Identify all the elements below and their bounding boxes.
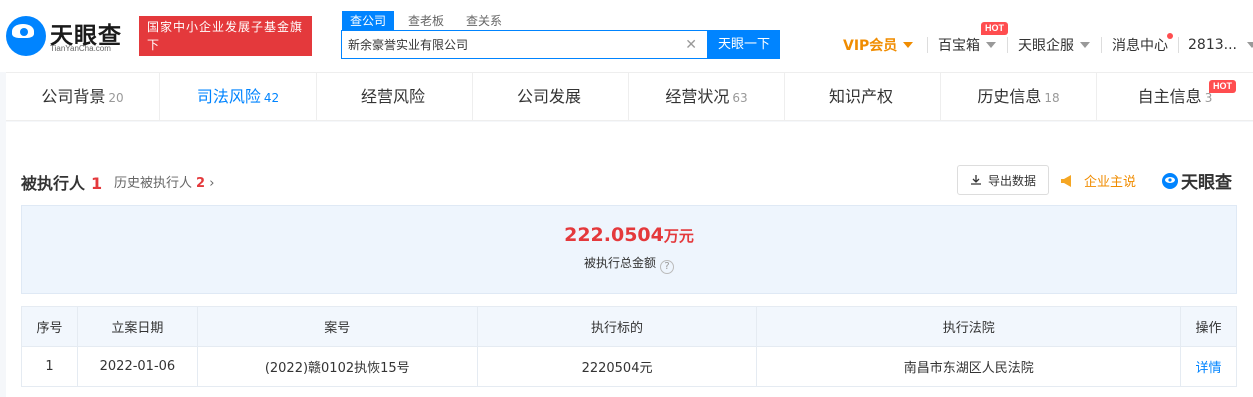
total-amount-card: 222.0504万元 被执行总金额?	[21, 205, 1237, 294]
tab-label: 经营风险	[360, 87, 425, 106]
chevron-down-icon	[1246, 42, 1253, 48]
megaphone-icon	[1061, 174, 1071, 187]
chevron-down-icon	[1080, 42, 1090, 48]
tianyancha-brand: 天眼查	[1161, 168, 1232, 193]
user-label: 2813...	[1188, 37, 1237, 53]
divider	[927, 37, 928, 53]
tab-search-company[interactable]: 查公司	[342, 11, 395, 31]
divider	[1178, 37, 1179, 53]
eye-logo-icon	[6, 16, 46, 56]
tab-search-boss[interactable]: 查老板	[400, 11, 452, 31]
qifu-menu[interactable]: 天眼企服	[1018, 34, 1090, 56]
divider	[1007, 37, 1008, 53]
chevron-right-icon: ›	[209, 176, 215, 191]
user-menu[interactable]: 2813...	[1188, 34, 1253, 56]
badge-line-2: 官方备案企业征信机构	[147, 56, 278, 70]
executed-table: 序号 立案日期 案号 执行标的 执行法院 操作 1 2022-01-06 (20…	[21, 306, 1237, 387]
chevron-down-icon	[903, 42, 914, 48]
unread-dot	[1167, 33, 1173, 39]
cell-index: 1	[21, 346, 78, 387]
download-icon	[970, 175, 981, 185]
clear-icon[interactable]: ✕	[685, 37, 697, 53]
search-input[interactable]	[348, 31, 678, 58]
cell-court: 南昌市东湖区人民法院	[756, 346, 1181, 387]
vip-label: VIP会员	[843, 38, 898, 54]
col-court: 执行法院	[756, 306, 1181, 347]
section-title-label: 被执行人	[21, 174, 86, 193]
chevron-down-icon	[986, 42, 996, 48]
qifu-label: 天眼企服	[1018, 38, 1074, 54]
executed-person-section: 被执行人 1 历史被执行人 2 › 导出数据 企业主说 天眼查 222.0504万元…	[6, 122, 1253, 397]
tab-history[interactable]: 历史信息 18	[941, 73, 1097, 121]
amount-label: 被执行总金额	[583, 256, 656, 270]
tab-label: 公司发展	[516, 87, 581, 106]
cell-amount: 2220504元	[476, 346, 758, 387]
table-row: 1 2022-01-06 (2022)赣0102执恢15号 2220504元 南…	[21, 346, 1237, 387]
col-amount: 执行标的	[476, 306, 758, 347]
tab-company-background[interactable]: 公司背景 20	[6, 73, 160, 121]
hot-badge: HOT	[1209, 80, 1236, 93]
tab-self-info[interactable]: 自主信息 3 HOT	[1097, 73, 1253, 121]
section-title: 被执行人 1	[21, 170, 102, 194]
tab-company-development[interactable]: 公司发展	[473, 73, 629, 121]
history-count: 2	[196, 176, 206, 191]
export-label: 导出数据	[987, 173, 1036, 188]
site-logo[interactable]: 天眼查 TianYanCha.com	[6, 16, 130, 56]
tab-operation-risk[interactable]: 经营风险	[317, 73, 473, 121]
divider	[1101, 37, 1102, 53]
tab-label: 司法风险	[196, 87, 261, 106]
table-header-row: 序号 立案日期 案号 执行标的 执行法院 操作	[21, 306, 1237, 347]
tab-label: 经营状况	[665, 87, 730, 106]
tab-count: 20	[108, 91, 124, 105]
history-label: 历史被执行人	[114, 176, 193, 191]
tab-judicial-risk[interactable]: 司法风险 42	[160, 73, 317, 121]
total-amount-caption: 被执行总金额?	[22, 254, 1236, 274]
baibaoxiang-label: 百宝箱	[938, 38, 980, 54]
tab-search-relation[interactable]: 查关系	[458, 11, 510, 31]
top-header: 天眼查 TianYanCha.com 国家中小企业发展子基金旗下 官方备案企业征…	[0, 0, 1253, 72]
brand-label: 天眼查	[1181, 173, 1232, 193]
export-data-button[interactable]: 导出数据	[957, 165, 1049, 195]
amount-unit: 万元	[663, 227, 694, 245]
owner-says-label: 企业主说	[1084, 175, 1137, 190]
amount-value: 222.0504	[564, 224, 664, 246]
logo-subtext: TianYanCha.com	[50, 44, 111, 53]
tab-count: 63	[732, 91, 748, 105]
col-filing-date: 立案日期	[76, 306, 198, 347]
tab-count: 3	[1204, 91, 1213, 105]
badge-line-1: 国家中小企业发展子基金旗下	[147, 20, 304, 52]
cell-filing-date: 2022-01-06	[76, 346, 198, 387]
official-badge[interactable]: 国家中小企业发展子基金旗下 官方备案企业征信机构	[139, 16, 312, 70]
tab-count: 42	[263, 91, 280, 105]
owner-says-link[interactable]: 企业主说	[1060, 171, 1136, 190]
messages-link[interactable]: 消息中心	[1112, 34, 1168, 56]
cell-case-number: (2022)赣0102执恢15号	[196, 346, 478, 387]
tab-label: 公司背景	[41, 87, 106, 106]
search-mode-tabs: 查公司 查老板 查关系	[342, 11, 516, 31]
tab-count: 18	[1044, 91, 1060, 105]
messages-label: 消息中心	[1112, 38, 1168, 54]
search-button[interactable]: 天眼一下	[708, 30, 780, 59]
eye-logo-icon	[1162, 172, 1178, 189]
col-index: 序号	[21, 306, 78, 347]
company-tabs: 公司背景 20 司法风险 42 经营风险 公司发展 经营状况 63 知识产权 历史信息…	[6, 72, 1253, 121]
tab-label: 历史信息	[977, 87, 1042, 106]
baibaoxiang-menu[interactable]: 百宝箱	[938, 34, 996, 56]
vip-menu[interactable]: VIP会员	[843, 34, 914, 56]
search-box: ✕	[341, 30, 708, 59]
tab-label: 自主信息	[1137, 87, 1202, 106]
tab-business-status[interactable]: 经营状况 63	[629, 73, 785, 121]
tab-ip[interactable]: 知识产权	[785, 73, 941, 121]
history-executed-link[interactable]: 历史被执行人 2 ›	[114, 172, 214, 191]
section-count: 1	[91, 174, 103, 193]
help-icon[interactable]: ?	[660, 260, 674, 274]
total-amount: 222.0504万元	[22, 224, 1236, 246]
hot-badge: HOT	[981, 22, 1008, 35]
details-link[interactable]: 详情	[1180, 346, 1237, 387]
col-action: 操作	[1180, 306, 1237, 347]
tab-label: 知识产权	[828, 87, 893, 106]
col-case-number: 案号	[196, 306, 478, 347]
